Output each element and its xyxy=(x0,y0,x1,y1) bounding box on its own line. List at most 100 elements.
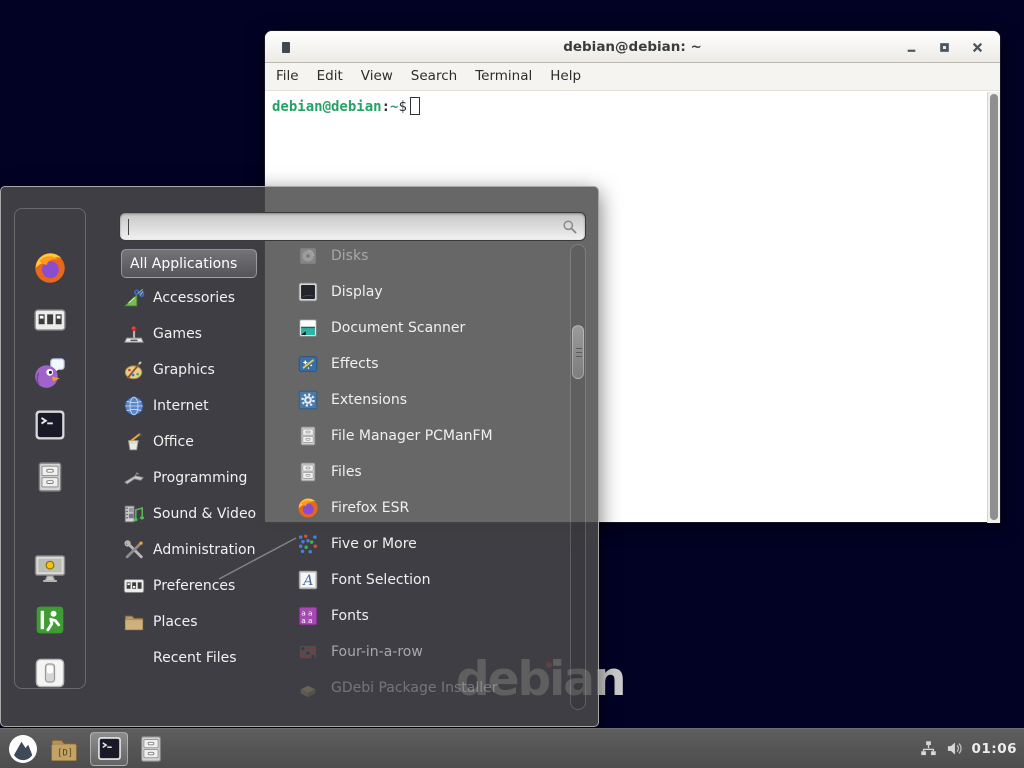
menu-scrollbar-thumb[interactable] xyxy=(572,325,584,379)
app-label: File Manager PCManFM xyxy=(331,428,493,444)
app-label: Display xyxy=(331,284,383,300)
fonts-icon: a aa a xyxy=(297,605,319,627)
terminal-prompt: debian@debian:~$ xyxy=(272,97,420,115)
disks-icon xyxy=(297,245,319,267)
category-label: Accessories xyxy=(153,290,235,306)
lock-screen-icon xyxy=(33,551,67,585)
svg-text:[D]: [D] xyxy=(57,748,73,758)
prompt-symbol: $ xyxy=(398,99,406,115)
app-label: GDebi Package Installer xyxy=(331,680,497,696)
category-label: Places xyxy=(153,614,198,630)
volume-icon xyxy=(946,740,963,757)
terminal-menubar: FileEditViewSearchTerminalHelp xyxy=(265,63,1000,91)
app-document-scanner[interactable]: Document Scanner xyxy=(297,310,563,346)
places-icon xyxy=(123,611,145,633)
menu-launcher-button[interactable] xyxy=(5,731,41,767)
app-extensions[interactable]: Extensions xyxy=(297,382,563,418)
category-graphics[interactable]: Graphics xyxy=(121,352,291,388)
menu-scrollbar[interactable] xyxy=(570,244,586,710)
search-magnifier-icon xyxy=(562,219,578,235)
favorite-firefox[interactable] xyxy=(33,251,67,285)
category-games[interactable]: Games xyxy=(121,316,291,352)
logout-icon xyxy=(33,603,67,637)
taskbar-terminal-active[interactable] xyxy=(90,732,128,766)
administration-icon xyxy=(123,539,145,561)
svg-text:A: A xyxy=(301,573,313,589)
search-field[interactable] xyxy=(119,212,586,241)
category-label: Games xyxy=(153,326,202,342)
terminal-menu-view[interactable]: View xyxy=(352,63,402,90)
network-icon xyxy=(920,740,937,757)
app-label: Font Selection xyxy=(331,572,430,588)
category-label: Recent Files xyxy=(153,650,237,666)
prompt-user-host: debian@debian xyxy=(272,99,382,115)
favorite-shutdown[interactable] xyxy=(33,656,67,690)
category-list: AccessoriesGamesGraphicsInternetOfficePr… xyxy=(121,280,291,676)
office-icon xyxy=(123,431,145,453)
settings-panel-icon xyxy=(33,303,67,337)
app-effects[interactable]: Effects xyxy=(297,346,563,382)
prompt-separator: : xyxy=(382,99,390,115)
application-list: Disks Display Document ScannerEffectsExten… xyxy=(297,238,563,710)
category-office[interactable]: Office xyxy=(121,424,291,460)
terminal-menu-help[interactable]: Help xyxy=(541,63,590,90)
category-all-applications[interactable]: All Applications xyxy=(121,249,257,278)
app-fonts[interactable]: a aa aFonts xyxy=(297,598,563,634)
category-internet[interactable]: Internet xyxy=(121,388,291,424)
category-places[interactable]: Places xyxy=(121,604,291,640)
games-icon xyxy=(123,323,145,345)
volume-icon[interactable] xyxy=(946,740,963,757)
app-gdebi-package-installer[interactable]: GDebi Package Installer xyxy=(297,670,563,706)
category-recent-files[interactable]: Recent Files xyxy=(121,640,291,676)
app-four-in-a-row[interactable]: Four-in-a-row xyxy=(297,634,563,670)
terminal-menu-search[interactable]: Search xyxy=(402,63,466,90)
app-disks[interactable]: Disks xyxy=(297,238,563,274)
favorite-file-cabinet[interactable] xyxy=(33,460,67,494)
minimize-button[interactable] xyxy=(905,41,918,54)
category-sound-video[interactable]: Sound & Video xyxy=(121,496,291,532)
favorites-sidebar xyxy=(14,208,86,689)
app-file-manager-pcmanfm[interactable]: File Manager PCManFM xyxy=(297,418,563,454)
category-label: Internet xyxy=(153,398,209,414)
terminal-scrollbar[interactable] xyxy=(987,92,1000,523)
favorite-logout[interactable] xyxy=(33,603,67,637)
terminal-menu-edit[interactable]: Edit xyxy=(308,63,352,90)
category-label: Sound & Video xyxy=(153,506,256,522)
home-folder-launcher[interactable]: [D] xyxy=(46,731,82,767)
preferences-icon xyxy=(123,575,145,597)
favorite-pidgin[interactable] xyxy=(33,356,67,390)
terminal-menu-terminal[interactable]: Terminal xyxy=(466,63,541,90)
files-launcher[interactable] xyxy=(133,731,169,767)
app-display[interactable]: Display xyxy=(297,274,563,310)
terminal-titlebar[interactable]: debian@debian: ~ xyxy=(265,31,1000,63)
system-tray: 01:06 xyxy=(920,740,1024,757)
category-label: Graphics xyxy=(153,362,215,378)
category-administration[interactable]: Administration xyxy=(121,532,291,568)
desktop: debian debian@debian: ~ FileEditViewSear… xyxy=(0,0,1024,768)
clock[interactable]: 01:06 xyxy=(972,741,1017,757)
programming-icon xyxy=(123,467,145,489)
terminal-scrollbar-thumb[interactable] xyxy=(990,94,998,520)
app-files[interactable]: Files xyxy=(297,454,563,490)
app-firefox-esr[interactable]: Firefox ESR xyxy=(297,490,563,526)
app-font-selection[interactable]: A Font Selection xyxy=(297,562,563,598)
search-input[interactable] xyxy=(128,216,548,237)
category-preferences[interactable]: Preferences xyxy=(121,568,291,604)
favorite-settings-panel[interactable] xyxy=(33,303,67,337)
category-accessories[interactable]: Accessories xyxy=(121,280,291,316)
close-icon xyxy=(971,41,984,54)
favorite-lock-screen[interactable] xyxy=(33,551,67,585)
maximize-button[interactable] xyxy=(938,41,951,54)
five-or-more-icon xyxy=(297,533,319,555)
terminal-title: debian@debian: ~ xyxy=(265,39,1000,55)
display-icon xyxy=(297,281,319,303)
category-programming[interactable]: Programming xyxy=(121,460,291,496)
favorite-terminal[interactable] xyxy=(33,408,67,442)
gdebi-icon xyxy=(297,677,319,699)
internet-icon xyxy=(123,395,145,417)
pidgin-icon xyxy=(33,356,67,390)
app-five-or-more[interactable]: Five or More xyxy=(297,526,563,562)
close-button[interactable] xyxy=(971,41,984,54)
terminal-menu-file[interactable]: File xyxy=(267,63,308,90)
network-icon[interactable] xyxy=(920,740,937,757)
